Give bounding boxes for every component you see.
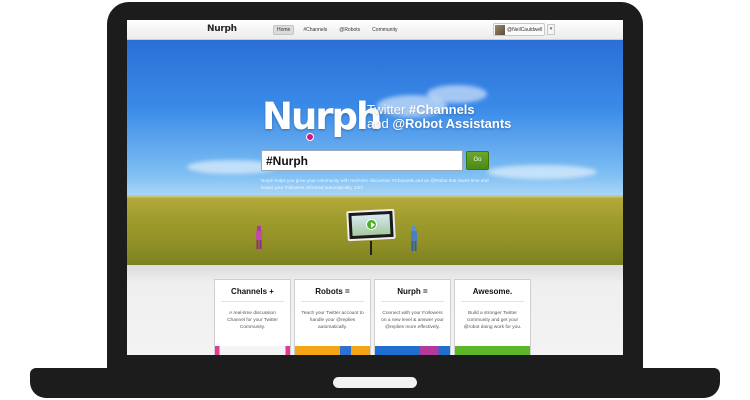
- channels-screenshot-icon: [215, 346, 290, 355]
- card-title: Awesome.: [472, 287, 513, 296]
- feature-card-channels[interactable]: Channels + A real-time discussion Channe…: [214, 279, 291, 355]
- browser-screen: Nurph Home #Channels @Robots Community @…: [127, 20, 623, 355]
- hero-section: Nurph Twitter #Channels and @Robot Assis…: [127, 40, 623, 265]
- nav-item-robots[interactable]: @Robots: [336, 25, 363, 35]
- tagline-prefix-1: Twitter: [367, 102, 409, 117]
- card-title: Nurph =: [397, 287, 428, 296]
- feature-card-robots[interactable]: Robots = Teach your Twitter account to h…: [294, 279, 371, 355]
- billboard-post: [370, 241, 372, 255]
- features-section: Channels + A real-time discussion Channe…: [127, 265, 623, 355]
- divider: [221, 301, 284, 302]
- cloud-decoration: [487, 165, 597, 179]
- chevron-down-icon[interactable]: ▾: [547, 24, 555, 35]
- card-description: Teach your Twitter account to handle you…: [301, 311, 364, 330]
- main-nav: Home #Channels @Robots Community: [273, 25, 400, 35]
- feature-card-nurph[interactable]: Nurph = Connect with your Followers on a…: [374, 279, 451, 355]
- robot-illustration-icon: [295, 346, 370, 355]
- hero-logo: Nurph: [262, 95, 382, 138]
- hero-blurb: Nurph helps you grow your community with…: [261, 178, 489, 190]
- go-button[interactable]: Go: [466, 151, 489, 170]
- hero-tagline: Twitter #Channels and @Robot Assistants: [367, 103, 511, 131]
- card-description: Build a stronger Twitter community and g…: [463, 311, 522, 330]
- tagline-strong-2: @Robot Assistants: [392, 116, 512, 131]
- search-input[interactable]: #Nurph: [261, 150, 463, 171]
- brand-logo[interactable]: Nurph: [207, 24, 237, 34]
- nav-item-channels[interactable]: #Channels: [300, 25, 330, 35]
- card-description: A real-time discussion Channel for your …: [227, 311, 278, 330]
- awesome-illustration-icon: [455, 346, 530, 355]
- user-menu[interactable]: @NeilCauldwell: [493, 23, 545, 36]
- card-title: Channels +: [231, 287, 274, 296]
- robot-icon: [411, 226, 417, 251]
- card-description: Connect with your Followers on a new lev…: [381, 311, 444, 330]
- card-title: Robots =: [315, 287, 350, 296]
- divider: [381, 301, 444, 302]
- top-navigation-bar: Nurph Home #Channels @Robots Community @…: [127, 20, 623, 40]
- nav-item-home[interactable]: Home: [273, 25, 295, 35]
- username: @NeilCauldwell: [507, 26, 543, 33]
- divider: [461, 301, 524, 302]
- video-billboard[interactable]: [346, 208, 396, 242]
- logo-dot: [306, 133, 314, 141]
- laptop-notch: [333, 377, 417, 388]
- cloud-decoration: [427, 85, 487, 103]
- tagline-prefix-2: and: [367, 116, 393, 131]
- nurph-illustration-icon: [375, 346, 450, 355]
- tagline-strong-1: #Channels: [408, 102, 475, 117]
- feature-card-awesome[interactable]: Awesome. Build a stronger Twitter commun…: [454, 279, 531, 355]
- avatar: [495, 24, 505, 35]
- robot-icon: [256, 226, 262, 249]
- nav-item-community[interactable]: Community: [369, 25, 400, 35]
- divider: [301, 301, 364, 302]
